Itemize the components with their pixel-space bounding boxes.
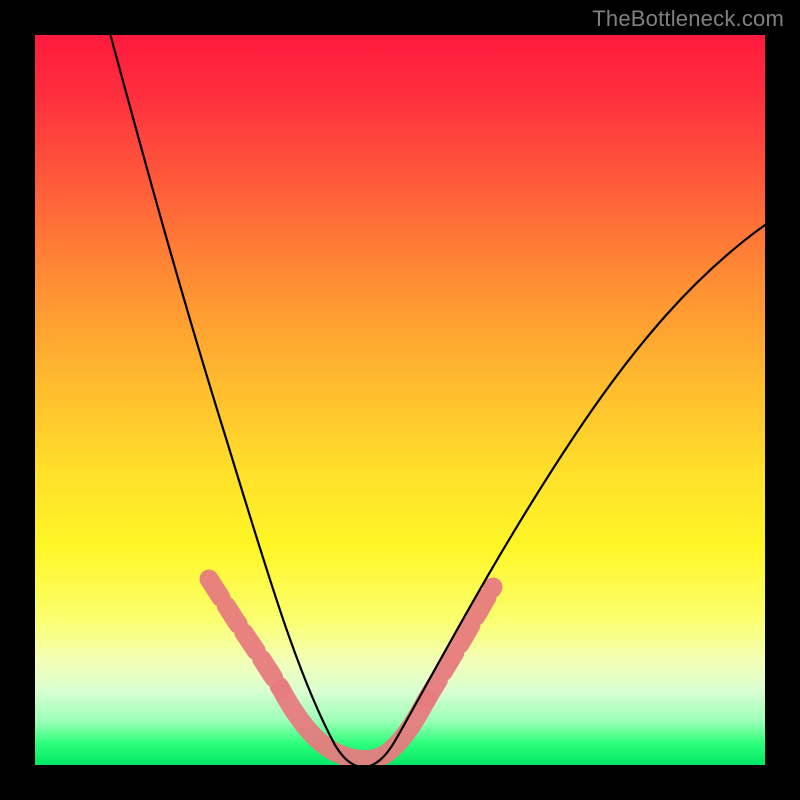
plot-area: [35, 35, 765, 765]
watermark-text: TheBottleneck.com: [592, 6, 784, 32]
optimal-range-left-dash: [209, 579, 281, 689]
optimal-range-right-dash: [427, 587, 493, 699]
bottleneck-curve: [35, 35, 765, 765]
curve-line: [105, 35, 765, 765]
chart-frame: TheBottleneck.com: [0, 0, 800, 800]
